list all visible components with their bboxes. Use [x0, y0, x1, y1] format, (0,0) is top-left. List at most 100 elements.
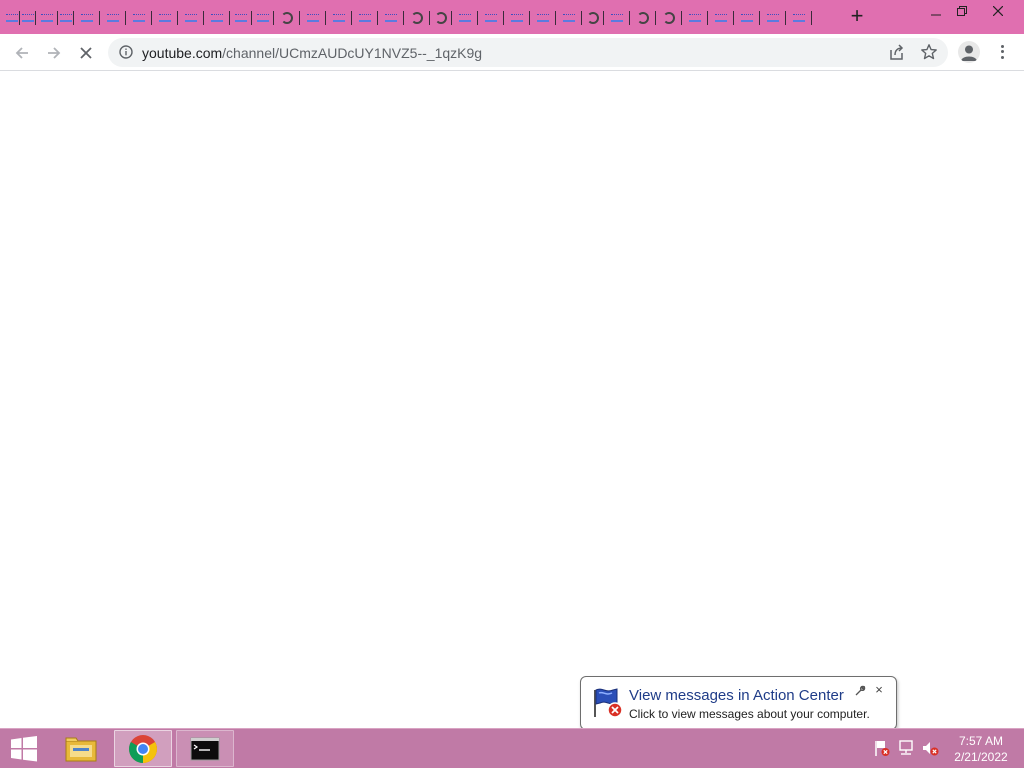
browser-tab[interactable]	[656, 5, 682, 30]
notification-text: Click to view messages about your comput…	[629, 707, 870, 721]
tab-list	[4, 5, 812, 30]
taskbar-command-prompt[interactable]	[176, 730, 234, 767]
browser-tab[interactable]	[36, 5, 58, 30]
browser-tab[interactable]	[760, 5, 786, 30]
page-favicon-icon	[485, 13, 497, 22]
network-icon[interactable]	[897, 739, 915, 757]
page-favicon-icon	[6, 13, 18, 22]
browser-tab[interactable]	[734, 5, 760, 30]
notification-title[interactable]: View messages in Action Center	[629, 687, 844, 704]
browser-tab[interactable]	[430, 5, 452, 30]
tab-separator	[811, 11, 812, 25]
browser-tab[interactable]	[252, 5, 274, 30]
browser-tab[interactable]	[786, 5, 812, 30]
page-favicon-icon	[159, 13, 171, 22]
page-favicon-icon	[107, 13, 119, 22]
browser-tab[interactable]	[100, 5, 126, 30]
action-center-flag-icon	[594, 688, 623, 718]
browser-tab[interactable]	[4, 5, 20, 30]
url-host: youtube.com	[142, 45, 223, 61]
browser-tab[interactable]	[504, 5, 530, 30]
browser-tab[interactable]	[530, 5, 556, 30]
new-tab-button[interactable]: +	[846, 5, 868, 28]
loading-favicon-icon	[435, 11, 447, 24]
taskbar-file-explorer[interactable]	[52, 730, 110, 767]
page-favicon-icon	[689, 13, 701, 22]
restore-button[interactable]	[944, 0, 980, 22]
browser-tab[interactable]	[452, 5, 478, 30]
arrow-right-icon	[48, 47, 61, 59]
share-icon[interactable]	[888, 44, 905, 61]
close-icon	[993, 5, 1003, 16]
page-favicon-icon	[211, 13, 223, 22]
browser-tab[interactable]	[178, 5, 204, 30]
browser-tab[interactable]	[20, 5, 36, 30]
browser-tab[interactable]	[582, 5, 604, 30]
browser-tab[interactable]	[126, 5, 152, 30]
close-window-button[interactable]	[980, 0, 1016, 22]
restore-icon	[957, 5, 967, 16]
action-center-tray-icon[interactable]	[873, 739, 891, 757]
browser-tab[interactable]	[708, 5, 734, 30]
page-favicon-icon	[185, 13, 197, 22]
stop-icon	[80, 47, 92, 59]
page-favicon-icon	[537, 13, 549, 22]
bookmark-star-icon[interactable]	[920, 43, 938, 61]
folder-icon	[65, 737, 97, 761]
notification-close-button[interactable]: ×	[872, 683, 886, 697]
arrow-left-icon	[15, 47, 28, 59]
page-favicon-icon	[235, 13, 247, 22]
browser-tab[interactable]	[152, 5, 178, 30]
page-favicon-icon	[611, 13, 623, 22]
browser-tab[interactable]	[58, 5, 74, 30]
page-favicon-icon	[333, 13, 345, 22]
browser-tab[interactable]	[204, 5, 230, 30]
browser-tab[interactable]	[604, 5, 630, 30]
page-favicon-icon	[133, 13, 145, 22]
back-button[interactable]	[9, 40, 35, 66]
page-favicon-icon	[459, 13, 471, 22]
browser-tab[interactable]	[404, 5, 430, 30]
browser-tab[interactable]	[478, 5, 504, 30]
action-center-notification[interactable]: View messages in Action Center Click to …	[580, 676, 897, 743]
menu-dot	[1000, 50, 1004, 54]
page-favicon-icon	[767, 13, 779, 22]
browser-tab[interactable]	[326, 5, 352, 30]
clock-time: 7:57 AM	[958, 734, 1004, 748]
volume-muted-icon[interactable]	[921, 739, 939, 757]
page-favicon-icon	[793, 13, 805, 22]
loading-favicon-icon	[663, 11, 675, 24]
page-favicon-icon	[511, 13, 523, 22]
browser-tab[interactable]	[352, 5, 378, 30]
browser-tab[interactable]	[378, 5, 404, 30]
menu-dot	[1000, 55, 1004, 59]
page-favicon-icon	[81, 13, 93, 22]
browser-tab[interactable]	[630, 5, 656, 30]
browser-tab[interactable]	[230, 5, 252, 30]
wrench-icon[interactable]	[854, 685, 866, 697]
browser-tab[interactable]	[300, 5, 326, 30]
profile-avatar-button[interactable]	[958, 41, 980, 63]
browser-tab[interactable]	[556, 5, 582, 30]
info-icon[interactable]	[119, 45, 133, 59]
stop-loading-button[interactable]	[73, 40, 99, 66]
url-text[interactable]: youtube.com/channel/UCmzAUDcUY1NVZ5--_1q…	[142, 45, 482, 61]
page-favicon-icon	[257, 13, 269, 22]
taskbar-chrome[interactable]	[114, 730, 172, 767]
system-clock[interactable]: 7:57 AM 2/21/2022	[946, 733, 1016, 765]
page-favicon-icon	[307, 13, 319, 22]
loading-favicon-icon	[281, 11, 293, 24]
chrome-menu-button[interactable]	[994, 42, 1010, 62]
clock-date: 2/21/2022	[954, 750, 1008, 764]
forward-button[interactable]	[41, 40, 67, 66]
browser-tab[interactable]	[74, 5, 100, 30]
page-favicon-icon	[359, 13, 371, 22]
browser-tab[interactable]	[682, 5, 708, 30]
tab-strip: +	[0, 0, 1024, 34]
windows-logo-icon	[11, 736, 37, 762]
start-button[interactable]	[2, 731, 46, 767]
browser-tab[interactable]	[274, 5, 300, 30]
url-path: /channel/UCmzAUDcUY1NVZ5--_1qzK9g	[222, 45, 483, 61]
taskbar: 7:57 AM 2/21/2022	[0, 728, 1024, 768]
address-bar[interactable]: youtube.com/channel/UCmzAUDcUY1NVZ5--_1q…	[108, 38, 948, 67]
